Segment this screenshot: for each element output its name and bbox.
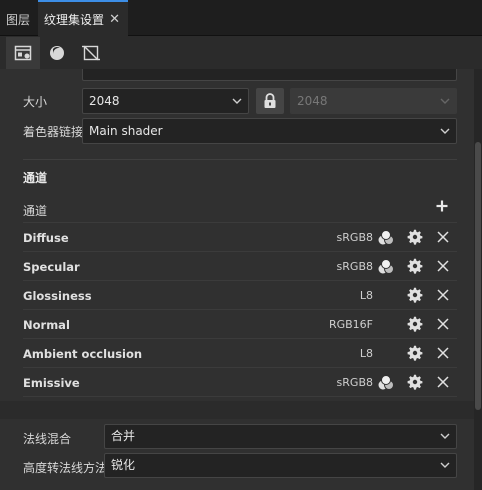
shader-settings-button[interactable] [40,37,74,69]
channels-header-label: 通道 [23,204,48,218]
tab-bar: 图层 纹理集设置 ✕ [0,0,482,36]
texture-set-icon [14,45,32,61]
normal-blend-select[interactable]: 合并 [104,424,457,449]
remove-channel-icon[interactable] [437,347,449,359]
size-value: 2048 [89,94,120,108]
lock-icon [264,93,276,108]
size-lock-button[interactable] [256,88,284,114]
shader-link-label: 着色器链接 [23,125,84,139]
tab-layers-label: 图层 [6,13,31,27]
height-to-normal-select[interactable]: 锐化 [104,453,457,478]
channel-row[interactable]: Normal RGB16F [23,310,457,339]
channel-row[interactable]: Diffuse sRGB8 [23,223,457,252]
height-to-normal-value: 锐化 [111,458,136,472]
clipped-field[interactable] [82,69,457,81]
channel-name: Diffuse [23,231,69,245]
section-gap [0,401,474,419]
channel-format[interactable]: L8 [360,289,373,302]
shader-link-value: Main shader [89,124,163,138]
chevron-down-icon [440,128,450,134]
tab-layers[interactable]: 图层 [6,0,38,36]
toolbar [0,37,482,69]
channel-format[interactable]: sRGB8 [337,260,373,273]
gear-icon[interactable] [407,287,423,303]
channel-row[interactable]: Emissive sRGB8 [23,368,457,397]
close-icon[interactable]: ✕ [109,2,120,38]
linked-size-select: 2048 [290,88,457,114]
uv-crop-button[interactable] [74,37,108,69]
size-select[interactable]: 2048 [82,88,249,114]
remove-channel-icon[interactable] [437,376,449,388]
normal-blend-value: 合并 [111,429,136,443]
tab-texture-set-settings[interactable]: 纹理集设置 ✕ [38,0,128,36]
remove-channel-icon[interactable] [437,318,449,330]
add-channel-button[interactable] [436,197,448,216]
remove-channel-icon[interactable] [437,231,449,243]
gear-icon[interactable] [407,316,423,332]
uv-crop-icon [82,45,100,61]
channel-name: Glossiness [23,289,92,303]
channel-row[interactable]: Specular sRGB8 [23,252,457,281]
gear-icon[interactable] [407,229,423,245]
chevron-down-icon [440,98,450,104]
channel-format[interactable]: L8 [360,347,373,360]
plus-icon [436,200,448,212]
chevron-down-icon [232,98,242,104]
remove-channel-icon[interactable] [437,289,449,301]
gear-icon[interactable] [407,258,423,274]
channel-format[interactable]: sRGB8 [337,231,373,244]
size-label: 大小 [23,95,48,109]
color-channel-icon[interactable] [377,258,395,276]
chevron-down-icon [440,433,450,439]
channel-format[interactable]: sRGB8 [337,376,373,389]
height-to-normal-label: 高度转法线方法 [23,461,108,475]
texture-set-button[interactable] [6,37,40,69]
gear-icon[interactable] [407,345,423,361]
shader-sphere-icon [50,46,64,60]
remove-channel-icon[interactable] [437,260,449,272]
texture-set-settings-panel: 大小 2048 2048 着色器链接 Main shader 通道 通道 Dif… [0,69,474,490]
channel-name: Normal [23,318,70,332]
color-channel-icon[interactable] [377,229,395,247]
tab-texture-set-settings-label: 纹理集设置 [44,13,105,27]
channel-row[interactable]: Glossiness L8 [23,281,457,310]
normal-blend-label: 法线混合 [23,432,72,446]
channel-name: Emissive [23,376,80,390]
channels-section-title: 通道 [23,171,48,185]
linked-size-value: 2048 [297,94,328,108]
channel-row[interactable]: Ambient occlusion L8 [23,339,457,368]
divider [23,159,457,160]
color-channel-icon[interactable] [377,374,395,392]
channel-name: Specular [23,260,80,274]
shader-link-select[interactable]: Main shader [82,118,457,144]
gear-icon[interactable] [407,374,423,390]
channel-name: Ambient occlusion [23,347,143,361]
chevron-down-icon [440,462,450,468]
scrollbar-thumb[interactable] [475,142,481,410]
channel-format[interactable]: RGB16F [329,318,373,331]
